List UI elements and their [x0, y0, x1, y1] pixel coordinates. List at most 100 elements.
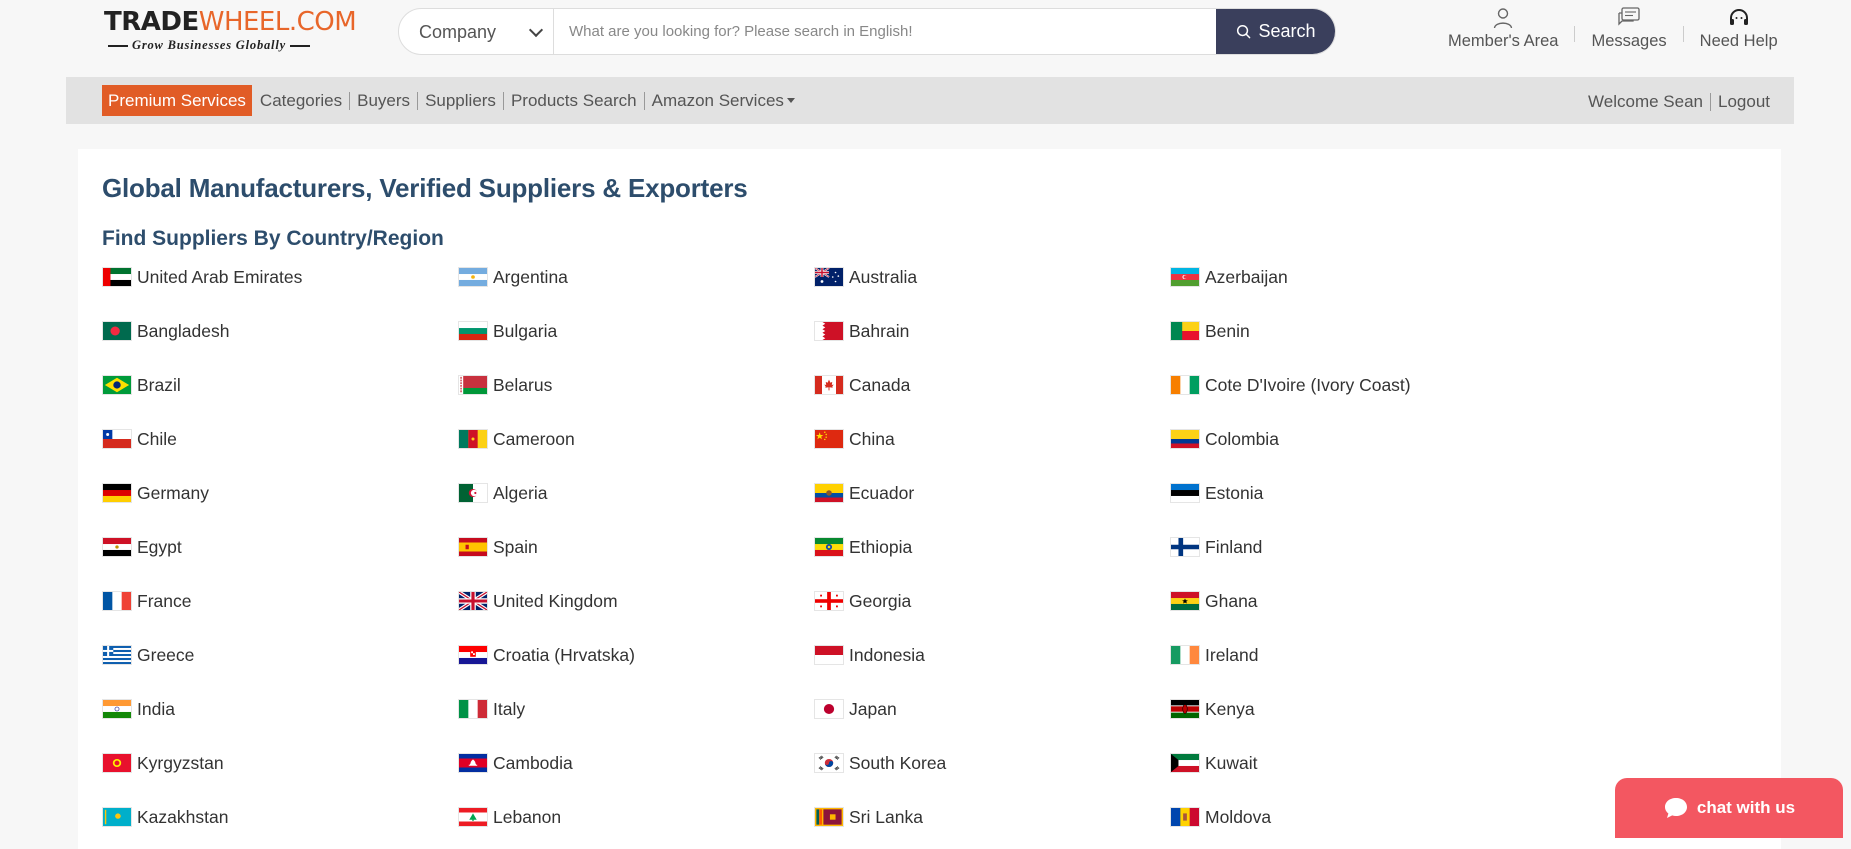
flag-kazakhstan-icon — [102, 807, 132, 827]
country-link-india[interactable]: India — [102, 697, 175, 721]
country-link-italy[interactable]: Italy — [458, 697, 525, 721]
country-link-croatia-hrvatska[interactable]: Croatia (Hrvatska) — [458, 643, 635, 667]
country-name: Cote D'Ivoire (Ivory Coast) — [1205, 374, 1411, 395]
country-link-ireland[interactable]: Ireland — [1170, 643, 1259, 667]
country-name: Canada — [849, 374, 911, 395]
search-type-select[interactable]: Company — [399, 9, 554, 54]
nav-suppliers[interactable]: Suppliers — [417, 91, 503, 110]
section-title: Find Suppliers By Country/Region — [102, 227, 444, 250]
country-link-colombia[interactable]: Colombia — [1170, 427, 1279, 451]
country-name: Cambodia — [493, 752, 573, 773]
country-name: Ireland — [1205, 644, 1259, 665]
country-link-moldova[interactable]: Moldova — [1170, 805, 1271, 829]
country-link-kenya[interactable]: Kenya — [1170, 697, 1255, 721]
country-link-belarus[interactable]: Belarus — [458, 373, 552, 397]
country-link-germany[interactable]: Germany — [102, 481, 209, 505]
flag-cameroon-icon — [458, 429, 488, 449]
page-title: Global Manufacturers, Verified Suppliers… — [102, 173, 748, 203]
country-name: Kenya — [1205, 698, 1255, 719]
country-link-canada[interactable]: Canada — [814, 373, 910, 397]
flag-algeria-icon — [458, 483, 488, 503]
country-link-china[interactable]: China — [814, 427, 895, 451]
chat-with-us-button[interactable]: chat with us — [1615, 778, 1843, 838]
flag-japan-icon — [814, 699, 844, 719]
country-link-kazakhstan[interactable]: Kazakhstan — [102, 805, 228, 829]
messages-link[interactable]: Messages — [1575, 6, 1682, 56]
country-name: Bulgaria — [493, 320, 558, 341]
country-link-kuwait[interactable]: Kuwait — [1170, 751, 1258, 775]
country-name: Bangladesh — [137, 320, 230, 341]
country-link-bangladesh[interactable]: Bangladesh — [102, 319, 229, 343]
country-link-cote-d-ivoire-ivory-coast[interactable]: Cote D'Ivoire (Ivory Coast) — [1170, 373, 1411, 397]
country-name: United Kingdom — [493, 590, 618, 611]
country-link-united-arab-emirates[interactable]: United Arab Emirates — [102, 265, 302, 289]
country-link-chile[interactable]: Chile — [102, 427, 177, 451]
flag-ireland-icon — [1170, 645, 1200, 665]
country-name: Estonia — [1205, 482, 1264, 503]
country-name: Kyrgyzstan — [137, 752, 224, 773]
country-link-cambodia[interactable]: Cambodia — [458, 751, 573, 775]
search-input[interactable] — [569, 9, 1209, 54]
country-link-ethiopia[interactable]: Ethiopia — [814, 535, 912, 559]
country-link-sri-lanka[interactable]: Sri Lanka — [814, 805, 923, 829]
country-link-indonesia[interactable]: Indonesia — [814, 643, 925, 667]
country-name: Chile — [137, 428, 177, 449]
country-link-algeria[interactable]: Algeria — [458, 481, 547, 505]
premium-services-button[interactable]: Premium Services — [102, 85, 252, 116]
country-name: France — [137, 590, 192, 611]
country-link-greece[interactable]: Greece — [102, 643, 194, 667]
country-link-lebanon[interactable]: Lebanon — [458, 805, 561, 829]
country-link-azerbaijan[interactable]: Azerbaijan — [1170, 265, 1288, 289]
country-link-benin[interactable]: Benin — [1170, 319, 1250, 343]
flag-kyrgyzstan-icon — [102, 753, 132, 773]
country-name: Egypt — [137, 536, 182, 557]
flag-italy-icon — [458, 699, 488, 719]
header: TRADEWHEEL.COM Grow Businesses Globally … — [0, 0, 1851, 77]
tradewheel-logo[interactable]: TRADEWHEEL.COM Grow Businesses Globally — [104, 7, 357, 52]
country-name: United Arab Emirates — [137, 266, 303, 287]
flag-australia-icon — [814, 267, 844, 287]
country-link-united-kingdom[interactable]: United Kingdom — [458, 589, 618, 613]
flag-spain-icon — [458, 537, 488, 557]
country-link-finland[interactable]: Finland — [1170, 535, 1262, 559]
country-link-ghana[interactable]: Ghana — [1170, 589, 1258, 613]
country-link-bahrain[interactable]: Bahrain — [814, 319, 909, 343]
logo-wordmark: TRADEWHEEL.COM — [104, 7, 357, 37]
country-name: Cameroon — [493, 428, 575, 449]
country-link-georgia[interactable]: Georgia — [814, 589, 911, 613]
country-name: Spain — [493, 536, 538, 557]
nav-products-search[interactable]: Products Search — [502, 91, 644, 110]
country-name: Algeria — [493, 482, 548, 503]
country-link-japan[interactable]: Japan — [814, 697, 897, 721]
country-link-south-korea[interactable]: South Korea — [814, 751, 946, 775]
country-link-australia[interactable]: Australia — [814, 265, 917, 289]
country-link-france[interactable]: France — [102, 589, 191, 613]
country-link-kyrgyzstan[interactable]: Kyrgyzstan — [102, 751, 224, 775]
country-link-bulgaria[interactable]: Bulgaria — [458, 319, 557, 343]
country-link-argentina[interactable]: Argentina — [458, 265, 568, 289]
search-icon — [1237, 24, 1251, 39]
flag-chile-icon — [102, 429, 132, 449]
nav-amazon-services[interactable]: Amazon Services — [643, 91, 802, 110]
header-links: Member's Area Messages Need Help — [1432, 6, 1794, 56]
nav-buyers[interactable]: Buyers — [349, 91, 417, 110]
flag-kenya-icon — [1170, 699, 1200, 719]
flag-ghana-icon — [1170, 591, 1200, 611]
country-link-ecuador[interactable]: Ecuador — [814, 481, 914, 505]
country-name: Kazakhstan — [137, 806, 229, 827]
country-link-brazil[interactable]: Brazil — [102, 373, 181, 397]
country-link-spain[interactable]: Spain — [458, 535, 538, 559]
nav-categories[interactable]: Categories — [260, 91, 349, 110]
country-link-egypt[interactable]: Egypt — [102, 535, 182, 559]
flag-moldova-icon — [1170, 807, 1200, 827]
chat-bubble-icon — [1664, 798, 1687, 818]
country-name: Italy — [493, 698, 526, 719]
search-button[interactable]: Search — [1216, 9, 1335, 54]
welcome-user-link[interactable]: Welcome Sean — [1581, 93, 1710, 111]
country-name: Indonesia — [849, 644, 925, 665]
country-link-estonia[interactable]: Estonia — [1170, 481, 1263, 505]
country-link-cameroon[interactable]: Cameroon — [458, 427, 575, 451]
logout-link[interactable]: Logout — [1710, 93, 1770, 111]
need-help-link[interactable]: Need Help — [1684, 6, 1794, 56]
members-area-link[interactable]: Member's Area — [1432, 6, 1574, 56]
